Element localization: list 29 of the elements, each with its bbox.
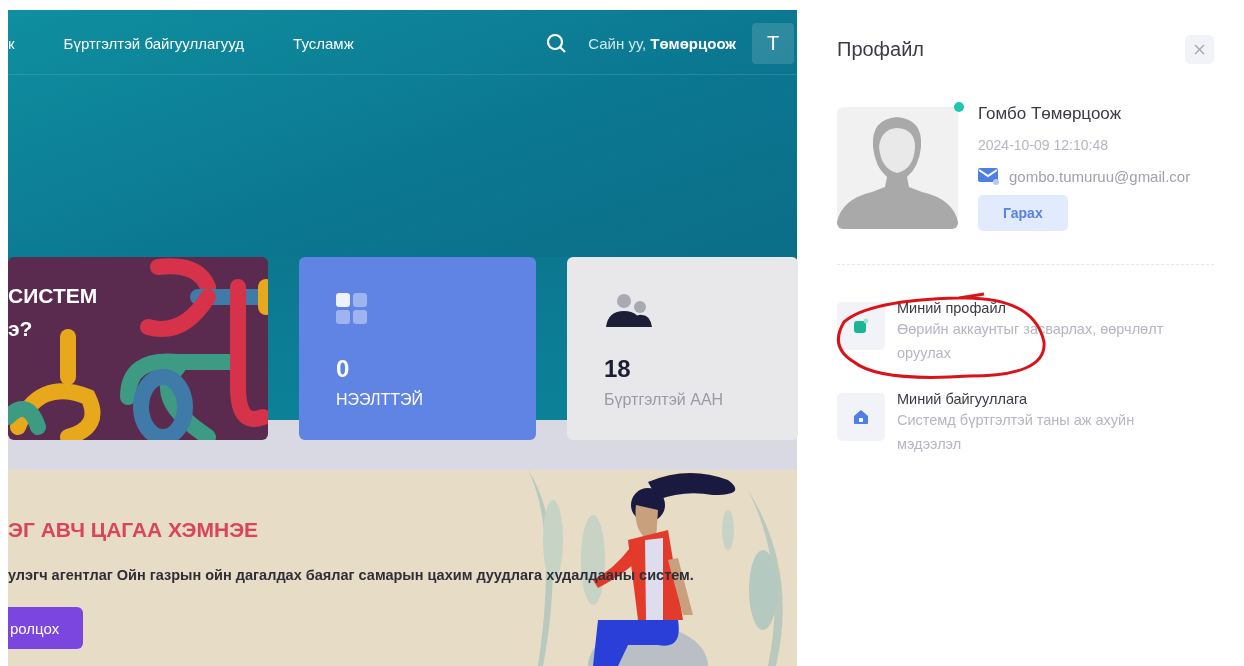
stat-label: НЭЭЛТТЭЙ	[336, 391, 424, 409]
user-name: Гомбо Төмөрцоож	[978, 104, 1121, 124]
mail-icon	[978, 167, 1000, 185]
user-avatar[interactable]: T	[752, 22, 794, 64]
users-icon	[604, 293, 652, 327]
greeting-text: Сайн уу, Төмөрцоож	[588, 34, 736, 52]
menu-item-description: Системд бүртгэлтэй таны аж ахуйн мэдээлэл	[897, 411, 1136, 454]
menu-item-title[interactable]: Миний байгууллага	[897, 391, 1197, 407]
stat-value: 0	[336, 355, 350, 383]
nav-link[interactable]: к	[8, 34, 15, 52]
promo-card[interactable]: СИСТЕМ э?	[8, 257, 268, 440]
search-icon[interactable]	[546, 33, 567, 53]
menu-item-title[interactable]: Миний профайл	[897, 300, 1197, 316]
profile-card-icon	[853, 318, 869, 334]
user-email: gombo.tumuruu@gmail.cor	[1009, 167, 1191, 185]
participate-button[interactable]: ролцох	[8, 607, 84, 649]
panel-title: Профайл	[837, 38, 925, 61]
promo-text: э?	[8, 317, 33, 341]
login-timestamp: 2024-10-09 12:10:48	[978, 137, 1108, 153]
stat-value: 18	[604, 355, 631, 383]
stat-label: Бүртгэлтэй ААН	[604, 391, 724, 409]
nav-link[interactable]: Тусламж	[293, 34, 354, 52]
close-icon	[1194, 44, 1205, 55]
promo-text: СИСТЕМ	[8, 284, 98, 308]
nav-link[interactable]: Бүртгэлтэй байгууллагууд	[63, 34, 245, 52]
banner-title: ЭГ АВЧ ЦАГАА ХЭМНЭЕ	[8, 518, 259, 542]
logout-button[interactable]: Гарах	[978, 195, 1068, 231]
grid-icon	[336, 293, 370, 327]
house-icon	[853, 409, 869, 425]
